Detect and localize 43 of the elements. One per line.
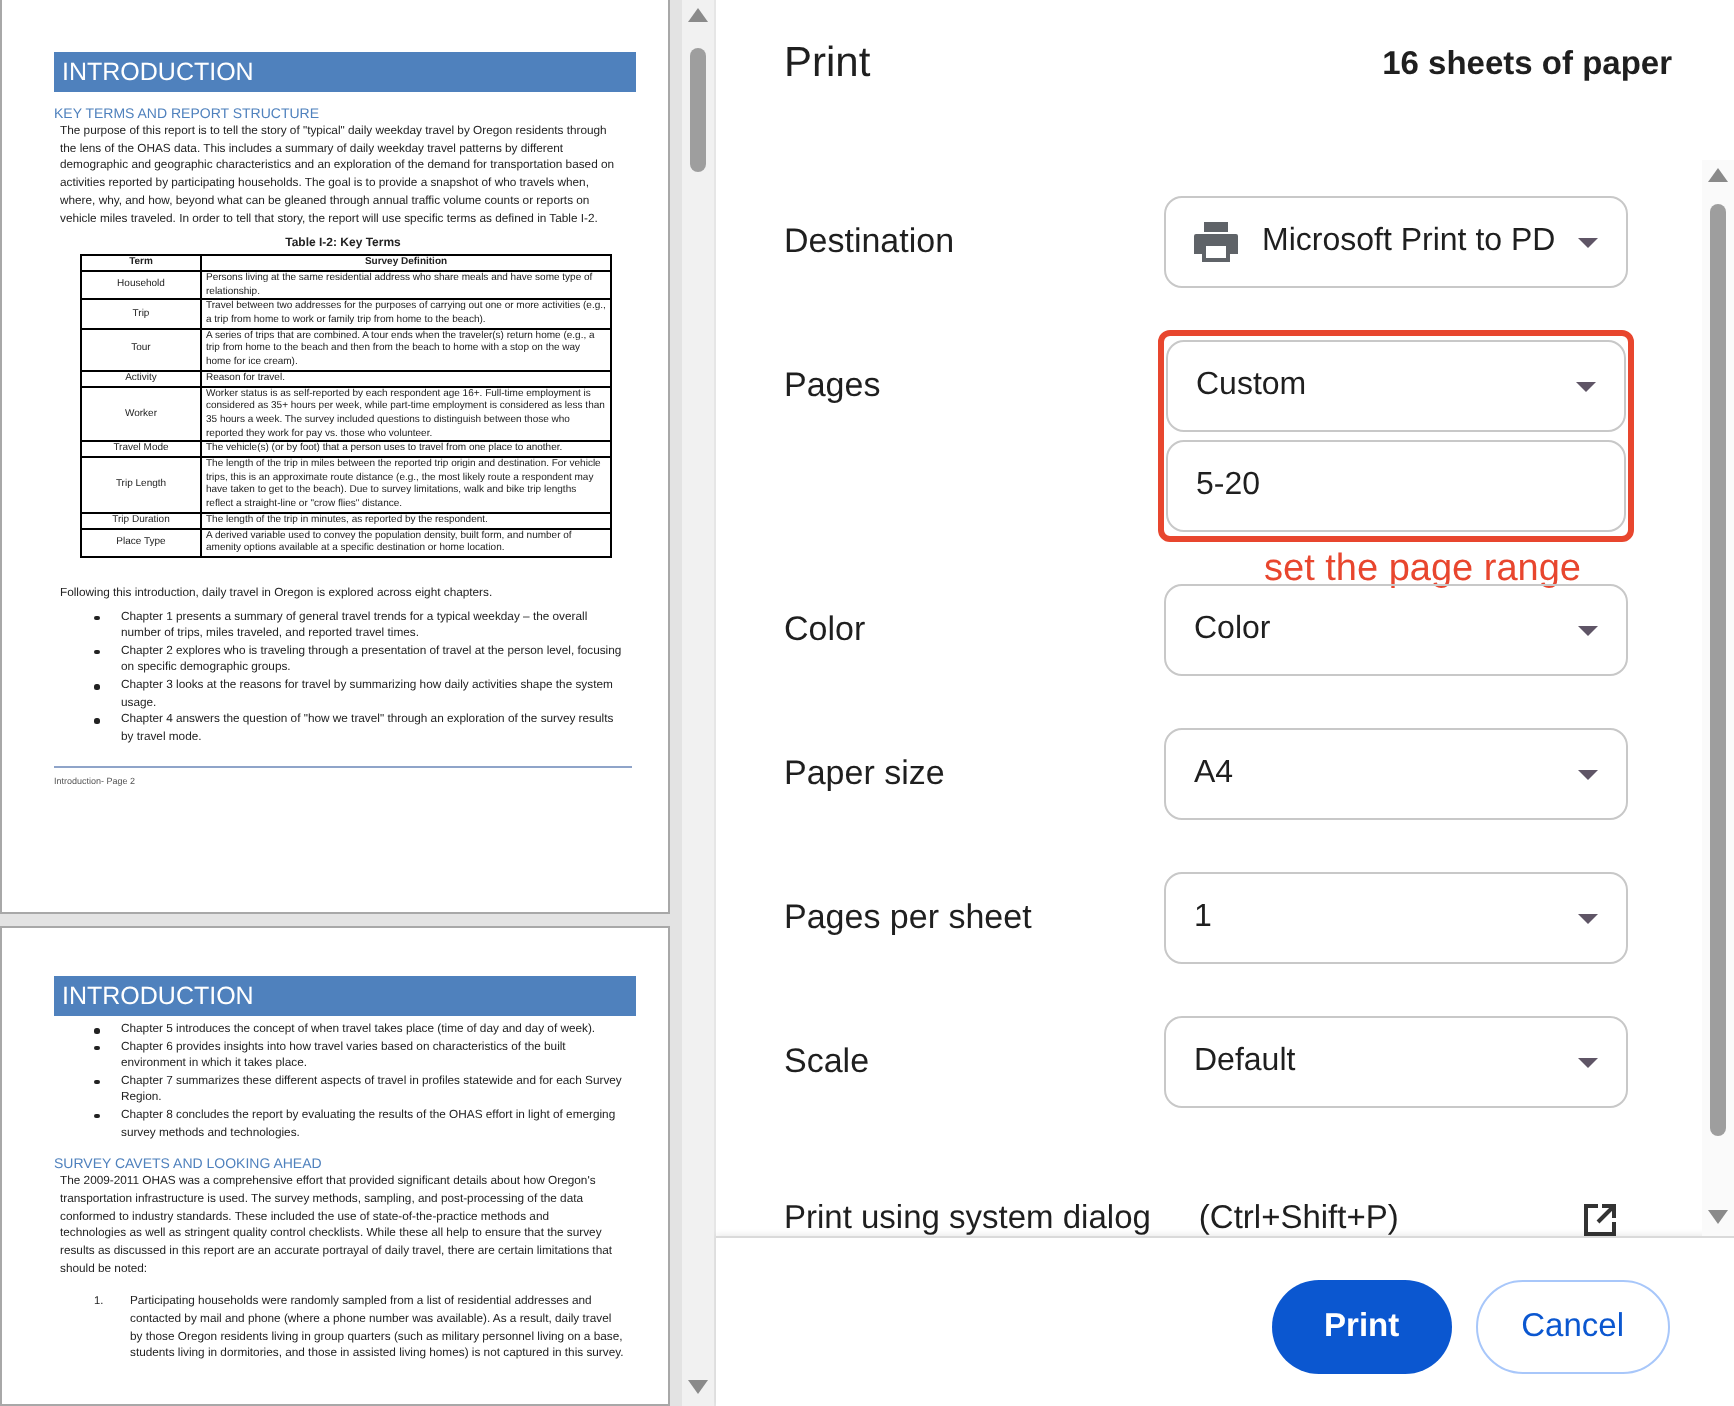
bullet-icon [94,718,99,724]
printer-icon [1194,222,1238,262]
setting-label: Paper size [784,752,947,796]
system-dialog-link[interactable]: Print using system dialog [784,1200,1151,1238]
bullet-icon [94,615,99,621]
caret-icon [1578,914,1598,924]
page-range-field[interactable]: 5-20 [1166,440,1626,532]
caret-icon [1578,1058,1598,1068]
scroll-up-icon[interactable] [688,8,708,22]
external-link-icon[interactable] [1584,1203,1616,1235]
caret-icon [1578,626,1598,636]
bullet-icon [94,649,99,655]
dialog-title: Print [784,40,871,88]
bullet-icon [94,1028,99,1033]
dropdown-select[interactable]: Color [1164,584,1628,676]
setting-label: Destination [784,220,957,264]
sheet-count: 16 sheets of paper [1382,45,1672,83]
section-banner: INTRODUCTION [54,976,636,1016]
bullet-icon [94,684,99,690]
shortcut-text: (Ctrl+Shift+P) [1198,1200,1399,1238]
bullet-icon [94,1113,99,1119]
dropdown-select[interactable]: Microsoft Print to PD [1164,196,1628,288]
caret-icon [1576,382,1596,392]
dropdown-select[interactable]: Default [1164,1016,1628,1108]
scroll-up-icon[interactable] [1708,168,1728,182]
dropdown-select[interactable]: 1 [1164,872,1628,964]
scrollbar-thumb[interactable] [1710,204,1726,1136]
scroll-down-icon[interactable] [688,1380,708,1394]
scrollbar-thumb[interactable] [690,48,706,172]
dropdown-select[interactable]: Custom [1166,340,1626,432]
dropdown-select[interactable]: A4 [1164,728,1628,820]
cancel-button[interactable]: Cancel [1475,1280,1670,1374]
setting-label: Color [784,608,868,652]
setting-label: Pages per sheet [784,896,1034,940]
section-banner: INTRODUCTION [54,52,636,92]
bullet-icon [94,1045,99,1051]
print-button[interactable]: Print [1272,1280,1452,1374]
scroll-down-icon[interactable] [1708,1210,1728,1224]
bullet-icon [94,1079,99,1085]
setting-label: Pages [784,364,883,408]
caret-icon [1578,770,1598,780]
caret-icon [1578,238,1598,248]
setting-label: Scale [784,1040,872,1084]
